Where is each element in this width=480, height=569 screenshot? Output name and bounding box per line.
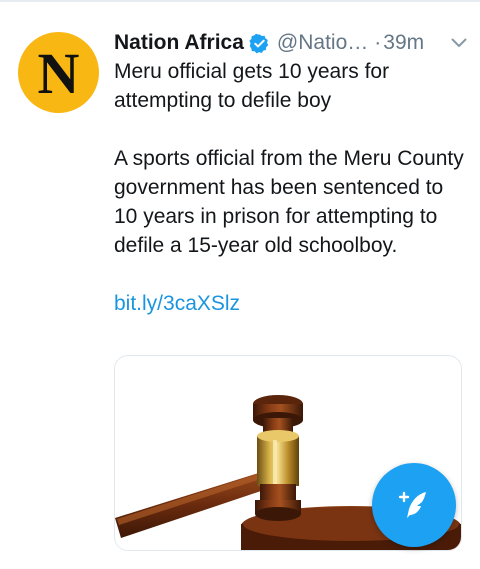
chevron-down-icon[interactable]	[448, 32, 470, 54]
tweet-link[interactable]: bit.ly/3caXSlz	[114, 289, 464, 318]
display-name[interactable]: Nation Africa	[114, 31, 244, 55]
separator-dot: ·	[374, 31, 382, 54]
tweet-header: Nation Africa @Natio… · 39m	[114, 28, 470, 58]
timestamp[interactable]: 39m	[383, 31, 424, 55]
avatar-logo: N	[37, 40, 80, 106]
compose-tweet-icon	[398, 491, 426, 518]
tweet-headline: Meru official gets 10 years for attempti…	[114, 60, 390, 112]
compose-tweet-button[interactable]	[372, 463, 456, 547]
tweet-text: Meru official gets 10 years for attempti…	[114, 57, 464, 318]
verified-badge-icon	[249, 33, 270, 54]
divider	[0, 0, 480, 2]
user-handle[interactable]: @Natio…	[277, 31, 368, 55]
avatar[interactable]: N	[18, 32, 99, 113]
tweet-body: A sports official from the Meru County g…	[114, 147, 464, 257]
